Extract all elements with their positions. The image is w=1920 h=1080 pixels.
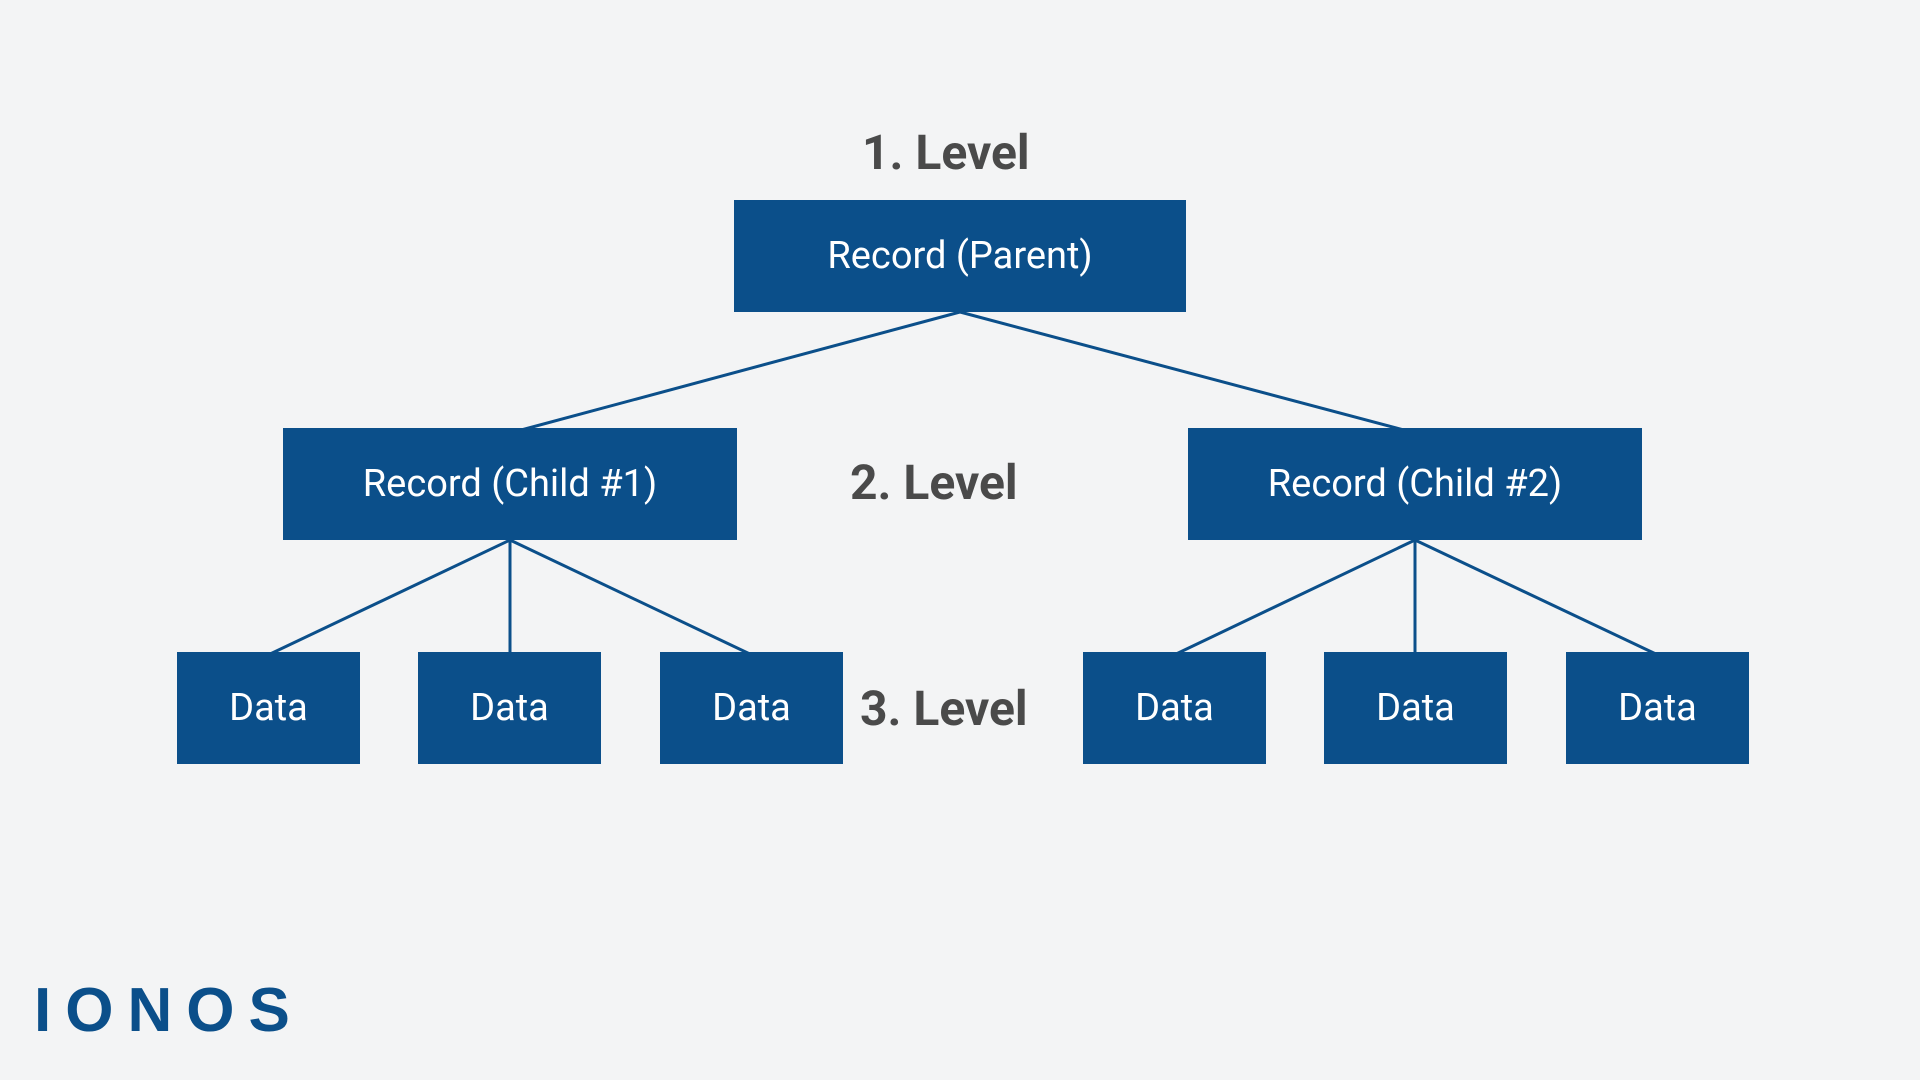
node-child-1-label: Record (Child #1) bbox=[363, 462, 658, 506]
node-data-5: Data bbox=[1324, 652, 1507, 764]
node-data-4-label: Data bbox=[1135, 686, 1214, 730]
node-data-1-label: Data bbox=[229, 686, 308, 730]
node-data-1: Data bbox=[177, 652, 360, 764]
node-data-3: Data bbox=[660, 652, 843, 764]
node-data-6: Data bbox=[1566, 652, 1749, 764]
node-child-1: Record (Child #1) bbox=[283, 428, 737, 540]
node-parent: Record (Parent) bbox=[734, 200, 1186, 312]
node-data-4: Data bbox=[1083, 652, 1266, 764]
node-data-2-label: Data bbox=[470, 686, 549, 730]
label-level-2: 2. Level bbox=[850, 454, 1018, 511]
node-data-2: Data bbox=[418, 652, 601, 764]
node-child-2-label: Record (Child #2) bbox=[1268, 462, 1563, 506]
node-data-3-label: Data bbox=[712, 686, 791, 730]
label-level-1: 1. Level bbox=[862, 124, 1030, 181]
node-data-5-label: Data bbox=[1376, 686, 1455, 730]
label-level-3: 3. Level bbox=[860, 680, 1028, 737]
node-child-2: Record (Child #2) bbox=[1188, 428, 1642, 540]
brand-logo: IONOS bbox=[34, 975, 304, 1046]
diagram-container: 1. Level 2. Level 3. Level Record (Paren… bbox=[0, 0, 1920, 1080]
node-parent-label: Record (Parent) bbox=[827, 234, 1092, 278]
node-data-6-label: Data bbox=[1618, 686, 1697, 730]
